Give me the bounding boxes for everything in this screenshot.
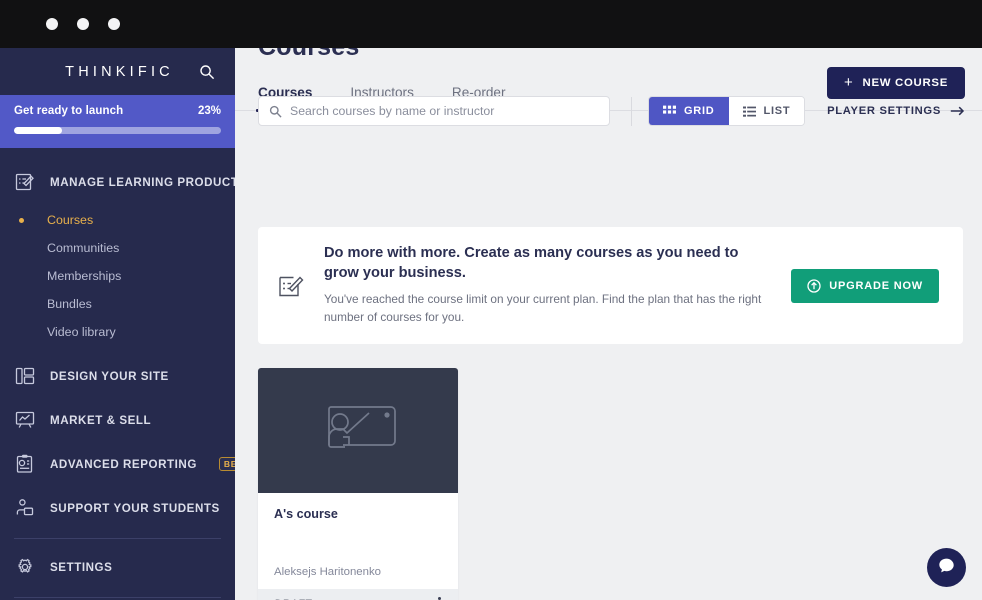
window-controls [46, 18, 120, 30]
sidebar-group-manage-learning-products: MANAGE LEARNING PRODUCTS Courses Communi… [0, 160, 235, 354]
sidebar-subitem-label: Communities [47, 241, 120, 255]
sidebar-item-courses[interactable]: Courses [0, 206, 235, 234]
upgrade-arrow-icon [807, 278, 821, 293]
launch-percent: 23% [197, 105, 221, 117]
sidebar-item-bundles[interactable]: Bundles [0, 290, 235, 318]
view-toggle: GRID LIST [648, 96, 806, 126]
launch-progress-panel[interactable]: Get ready to launch 23% [0, 95, 235, 148]
sidebar-item-design-your-site[interactable]: DESIGN YOUR SITE [0, 354, 235, 398]
chart-presentation-icon [14, 409, 36, 431]
brand-row: THINKIFIC [0, 48, 235, 95]
course-author: Aleksejs Haritonenko [274, 566, 381, 578]
sidebar-item-label: ADVANCED REPORTING [50, 457, 197, 471]
chat-bubble-icon [937, 556, 956, 580]
sidebar-item-label: DESIGN YOUR SITE [50, 369, 169, 383]
sidebar-item-label: MANAGE LEARNING PRODUCTS [50, 175, 235, 189]
minimize-dot[interactable] [77, 18, 89, 30]
sidebar-item-label: MARKET & SELL [50, 413, 152, 427]
list-icon [742, 105, 756, 118]
search-courses-box[interactable] [258, 96, 610, 126]
sidebar-item-manage-learning-products[interactable]: MANAGE LEARNING PRODUCTS [0, 160, 235, 204]
sidebar: THINKIFIC Get ready to launch 23% MANAGE… [0, 48, 235, 600]
upgrade-now-button[interactable]: UPGRADE NOW [791, 268, 939, 303]
banner-heading: Do more with more. Create as many course… [324, 245, 739, 282]
chat-widget-button[interactable] [927, 548, 966, 587]
sidebar-item-label: SETTINGS [50, 560, 113, 574]
kebab-menu-icon[interactable] [434, 593, 445, 600]
search-icon [269, 105, 282, 118]
sidebar-item-support-your-students[interactable]: SUPPORT YOUR STUDENTS [0, 486, 235, 530]
launch-label: Get ready to launch [14, 105, 124, 117]
sidebar-item-communities[interactable]: Communities [0, 234, 235, 262]
course-thumbnail [258, 368, 458, 493]
new-course-label: NEW COURSE [862, 77, 948, 89]
sidebar-divider-bottom [14, 597, 221, 598]
search-input[interactable] [290, 104, 599, 118]
player-settings-label: PLAYER SETTINGS [827, 105, 941, 117]
sidebar-subitem-label: Memberships [47, 269, 122, 283]
search-icon[interactable] [199, 64, 215, 80]
sidebar-nav: MANAGE LEARNING PRODUCTS Courses Communi… [0, 148, 235, 598]
maximize-dot[interactable] [108, 18, 120, 30]
view-toggle-grid[interactable]: GRID [649, 97, 729, 125]
view-toggle-list-label: LIST [763, 105, 791, 117]
new-course-button[interactable]: + NEW COURSE [827, 67, 965, 99]
window-titlebar [0, 0, 982, 48]
launch-progress-fill [14, 127, 62, 134]
sidebar-item-memberships[interactable]: Memberships [0, 262, 235, 290]
app-window: THINKIFIC Get ready to launch 23% MANAGE… [0, 0, 982, 600]
gear-icon [14, 556, 36, 578]
sidebar-item-advanced-reporting[interactable]: ADVANCED REPORTING BETA [0, 442, 235, 486]
sidebar-subitem-label: Video library [47, 325, 116, 339]
page-title: Courses [258, 48, 359, 62]
course-card[interactable]: A's course Aleksejs Haritonenko DRAFT [258, 368, 458, 600]
layout-panels-icon [14, 365, 36, 387]
notepad-edit-icon [14, 171, 36, 193]
sidebar-subitem-label: Courses [47, 213, 94, 227]
sidebar-item-video-library[interactable]: Video library [0, 318, 235, 346]
sidebar-subitems-manage-learning-products: Courses Communities Memberships Bundles … [0, 204, 235, 354]
clipboard-report-icon [14, 453, 36, 475]
player-settings-link[interactable]: PLAYER SETTINGS [827, 96, 965, 126]
plus-icon: + [844, 74, 854, 91]
main-content: Courses Courses Instructors Re-order + N… [235, 48, 982, 600]
course-title: A's course [274, 507, 338, 521]
active-bullet-icon [19, 217, 24, 223]
banner-body: You've reached the course limit on your … [324, 292, 762, 324]
close-dot[interactable] [46, 18, 58, 30]
sidebar-item-market-and-sell[interactable]: MARKET & SELL [0, 398, 235, 442]
course-card-footer: DRAFT [258, 589, 458, 600]
sidebar-item-settings[interactable]: SETTINGS [0, 545, 235, 589]
teacher-whiteboard-icon [317, 397, 399, 464]
sidebar-item-label: SUPPORT YOUR STUDENTS [50, 501, 220, 515]
sidebar-divider [14, 538, 221, 539]
sidebar-subitem-label: Bundles [47, 297, 92, 311]
upgrade-now-label: UPGRADE NOW [829, 279, 923, 292]
notepad-edit-icon [276, 271, 306, 301]
people-support-icon [14, 497, 36, 519]
launch-progress-bar [14, 127, 221, 134]
arrow-right-icon [950, 105, 965, 117]
grid-icon [663, 105, 676, 118]
brand-logo[interactable]: THINKIFIC [61, 64, 174, 80]
view-toggle-grid-label: GRID [684, 105, 715, 117]
toolbar-divider [631, 97, 632, 126]
course-card-body: A's course Aleksejs Haritonenko [258, 493, 458, 589]
status-badge-beta: BETA [218, 456, 235, 472]
upgrade-banner: Do more with more. Create as many course… [258, 227, 963, 344]
view-toggle-list[interactable]: LIST [728, 97, 805, 125]
